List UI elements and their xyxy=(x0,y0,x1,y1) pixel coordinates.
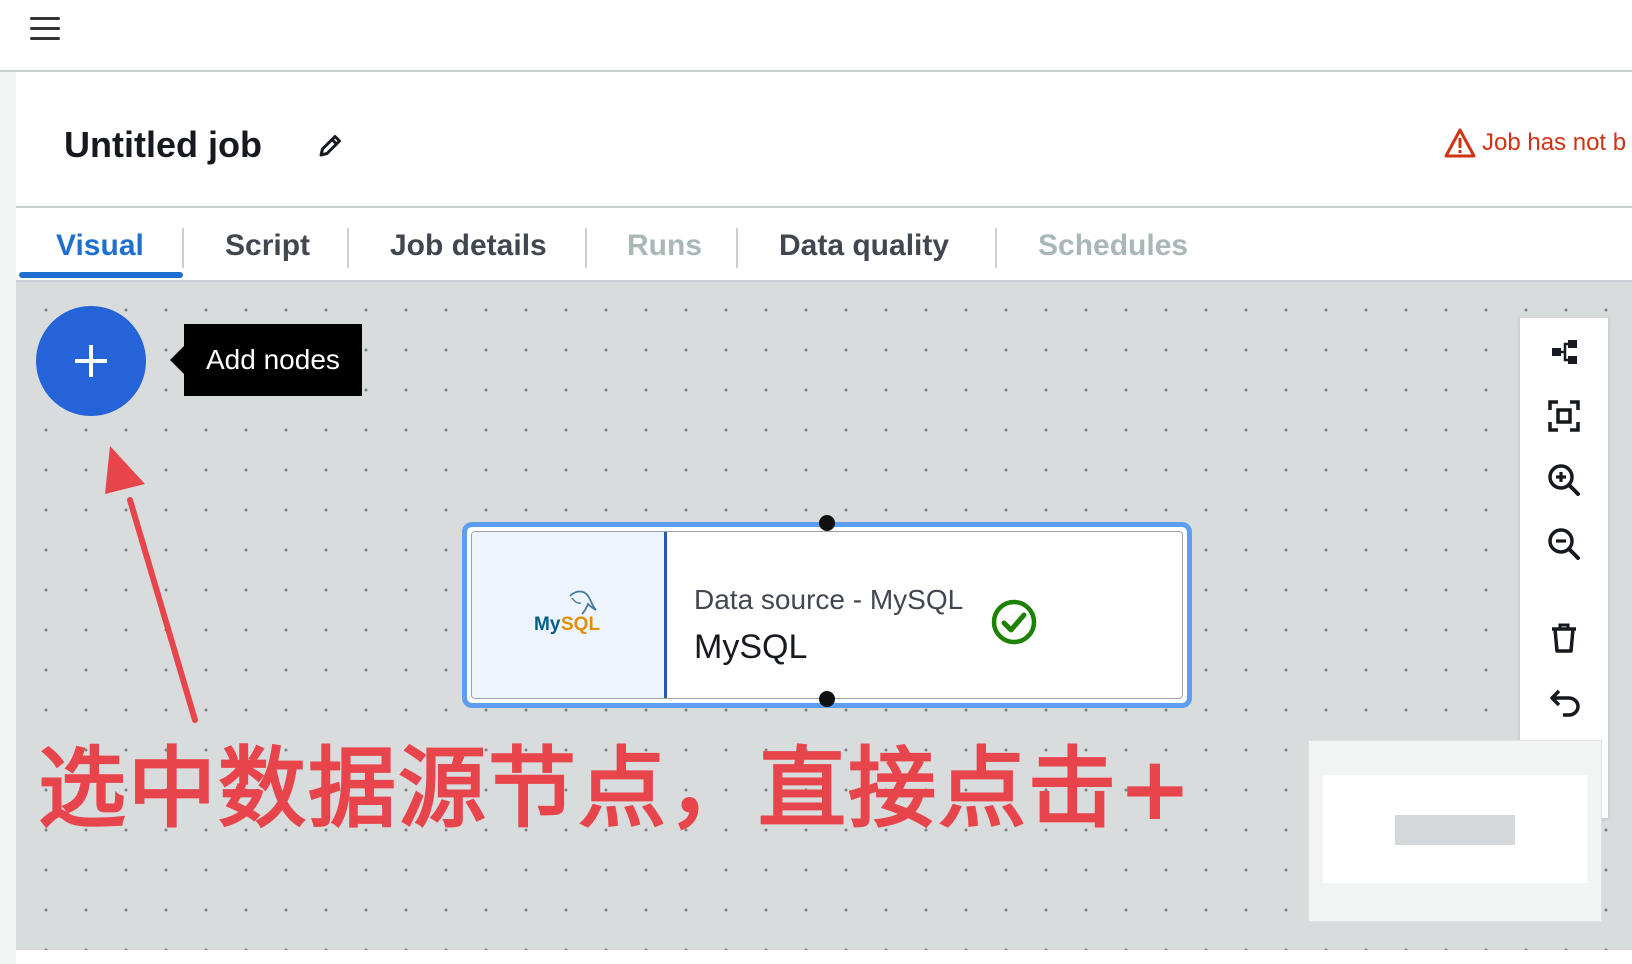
node-output-handle[interactable] xyxy=(819,691,835,707)
tab-job-details[interactable]: Job details xyxy=(390,208,547,280)
hamburger-menu-icon[interactable] xyxy=(30,17,60,41)
job-status-warning: Job has not b xyxy=(1444,126,1626,160)
top-bar xyxy=(0,0,1632,72)
mysql-logo: My SQL . xyxy=(472,532,667,698)
tab-divider xyxy=(347,228,349,268)
minimap-node xyxy=(1395,815,1515,845)
add-nodes-button[interactable] xyxy=(36,306,146,416)
tab-schedules[interactable]: Schedules xyxy=(1038,208,1188,280)
tab-divider xyxy=(182,228,184,268)
visual-canvas[interactable]: Add nodes My SQL . Data source - MySQL M… xyxy=(16,282,1632,964)
add-nodes-tooltip: Add nodes xyxy=(170,324,362,396)
zoom-out-icon[interactable] xyxy=(1520,516,1608,572)
svg-text:.: . xyxy=(596,623,598,632)
node-input-handle[interactable] xyxy=(819,515,835,531)
left-strip xyxy=(0,72,16,964)
annotation-text: 选中数据源节点，直接点击+ xyxy=(38,737,1194,840)
warning-text: Job has not b xyxy=(1482,129,1627,156)
minimap[interactable] xyxy=(1308,740,1602,922)
node-type: Data source - MySQL xyxy=(694,584,964,615)
mysql-dolphin-icon: My SQL . xyxy=(534,590,600,635)
check-circle-icon xyxy=(991,599,1037,645)
edit-pencil-icon[interactable] xyxy=(314,130,346,162)
delete-icon[interactable] xyxy=(1520,610,1608,666)
tab-divider xyxy=(736,228,738,268)
layout-icon[interactable] xyxy=(1520,324,1608,380)
undo-icon[interactable] xyxy=(1520,674,1608,730)
tab-visual[interactable]: Visual xyxy=(56,208,144,280)
node-name: MySQL xyxy=(694,628,808,666)
tab-runs[interactable]: Runs xyxy=(627,208,702,280)
tab-divider xyxy=(585,228,587,268)
tab-script[interactable]: Script xyxy=(225,208,310,280)
canvas-bottom-bar xyxy=(16,950,1632,964)
active-tab-indicator xyxy=(19,272,183,278)
data-source-node[interactable]: My SQL . Data source - MySQL MySQL xyxy=(462,515,1192,708)
svg-text:SQL: SQL xyxy=(561,614,600,635)
zoom-in-icon[interactable] xyxy=(1520,452,1608,508)
job-tabs: Visual Script Job details Runs Data qual… xyxy=(16,208,1632,282)
tab-data-quality[interactable]: Data quality xyxy=(779,208,949,280)
job-title: Untitled job xyxy=(64,124,262,165)
warning-icon xyxy=(1444,128,1476,158)
fit-view-icon[interactable] xyxy=(1520,388,1608,444)
svg-text:My: My xyxy=(534,614,561,635)
tab-divider xyxy=(995,228,997,268)
